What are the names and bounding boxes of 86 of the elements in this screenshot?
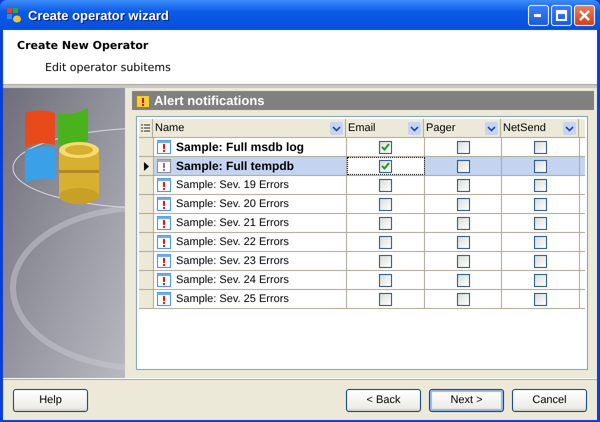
alert-icon — [157, 159, 171, 173]
checkbox[interactable] — [534, 216, 547, 230]
checkbox[interactable] — [456, 254, 470, 268]
alert-icon — [157, 273, 171, 287]
app-icon — [6, 7, 22, 23]
alert-name: Sample: Sev. 19 Errors — [176, 179, 289, 191]
table-row[interactable]: Sample: Sev. 25 Errors — [139, 290, 585, 309]
checkbox[interactable] — [534, 254, 547, 268]
checkbox[interactable] — [534, 198, 547, 210]
column-label: Name — [155, 122, 184, 134]
column-header[interactable]: Email — [346, 119, 424, 137]
alert-name: Sample: Sev. 25 Errors — [176, 293, 289, 305]
column-header[interactable]: Pager — [424, 119, 501, 137]
checkbox[interactable] — [379, 274, 392, 286]
checkbox[interactable] — [379, 254, 392, 268]
table-row[interactable]: Sample: Full tempdb — [139, 157, 585, 176]
checkbox[interactable] — [534, 160, 547, 172]
table-row[interactable]: Sample: Sev. 22 Errors — [139, 233, 585, 252]
checkbox[interactable] — [534, 274, 547, 286]
checkbox[interactable] — [456, 160, 470, 172]
minimize-icon — [534, 14, 543, 16]
checkbox[interactable] — [379, 198, 392, 210]
checkbox[interactable] — [379, 160, 392, 172]
checkmark-icon — [381, 162, 390, 170]
maximize-icon — [556, 10, 567, 20]
checkbox[interactable] — [534, 292, 547, 306]
checkbox[interactable] — [379, 178, 392, 192]
next-button[interactable]: Next > — [429, 388, 504, 412]
alert-icon — [157, 235, 171, 249]
checkbox[interactable] — [379, 140, 392, 154]
alert-folder-icon — [136, 94, 150, 108]
checkbox[interactable] — [534, 236, 547, 248]
alert-icon — [157, 197, 171, 211]
column-header[interactable]: Name — [153, 119, 346, 137]
table-row[interactable]: Sample: Sev. 19 Errors — [139, 176, 585, 195]
alert-name: Sample: Sev. 24 Errors — [176, 274, 289, 286]
alert-icon — [157, 216, 171, 230]
alert-name: Sample: Full tempdb — [176, 159, 294, 173]
panel-title: Alert notifications — [154, 93, 265, 108]
table-row[interactable]: Sample: Sev. 21 Errors — [139, 214, 585, 233]
column-chooser-button[interactable] — [139, 119, 153, 137]
checkbox[interactable] — [379, 236, 392, 248]
table-row[interactable]: Sample: Sev. 20 Errors — [139, 195, 585, 214]
help-button[interactable]: Help — [13, 388, 88, 412]
alert-name: Sample: Sev. 22 Errors — [176, 236, 289, 248]
alert-icon — [157, 178, 171, 192]
checkbox[interactable] — [456, 140, 470, 154]
column-header[interactable]: NetSend — [501, 119, 579, 137]
back-button[interactable]: < Back — [346, 388, 421, 412]
maximize-button[interactable] — [551, 4, 572, 26]
checkmark-icon — [381, 143, 390, 151]
table-row[interactable]: Sample: Sev. 24 Errors — [139, 271, 585, 290]
page-title: Create New Operator — [17, 39, 150, 52]
list-icon — [141, 124, 150, 132]
checkbox[interactable] — [456, 198, 470, 210]
alert-icon — [157, 292, 171, 306]
cancel-button[interactable]: Cancel — [512, 388, 587, 412]
alert-name: Sample: Sev. 20 Errors — [176, 198, 289, 210]
alert-name: Sample: Sev. 23 Errors — [176, 255, 289, 267]
alert-icon — [157, 254, 171, 268]
checkbox[interactable] — [379, 216, 392, 230]
checkbox[interactable] — [456, 178, 470, 192]
dropdown-icon[interactable] — [408, 122, 421, 134]
checkbox[interactable] — [456, 292, 470, 306]
checkbox[interactable] — [534, 140, 547, 154]
alert-name: Sample: Sev. 21 Errors — [176, 217, 289, 229]
window-title: Create operator wizard — [28, 8, 170, 22]
close-button[interactable] — [574, 4, 595, 26]
column-label: Pager — [426, 122, 456, 134]
checkbox[interactable] — [456, 216, 470, 230]
current-row-icon — [144, 162, 148, 170]
dropdown-icon[interactable] — [330, 122, 343, 134]
checkbox[interactable] — [379, 292, 392, 306]
dropdown-icon[interactable] — [485, 122, 498, 134]
dropdown-icon[interactable] — [563, 122, 576, 134]
page-subtitle: Edit operator subitems — [45, 61, 172, 74]
alert-name: Sample: Full msdb log — [176, 140, 304, 154]
checkbox[interactable] — [456, 236, 470, 248]
column-label: NetSend — [503, 122, 546, 134]
minimize-button[interactable] — [528, 4, 549, 26]
table-row[interactable]: Sample: Sev. 23 Errors — [139, 252, 585, 271]
close-icon — [579, 10, 590, 20]
checkbox[interactable] — [456, 274, 470, 286]
checkbox[interactable] — [534, 178, 547, 192]
column-label: Email — [348, 122, 376, 134]
alert-icon — [157, 140, 171, 154]
